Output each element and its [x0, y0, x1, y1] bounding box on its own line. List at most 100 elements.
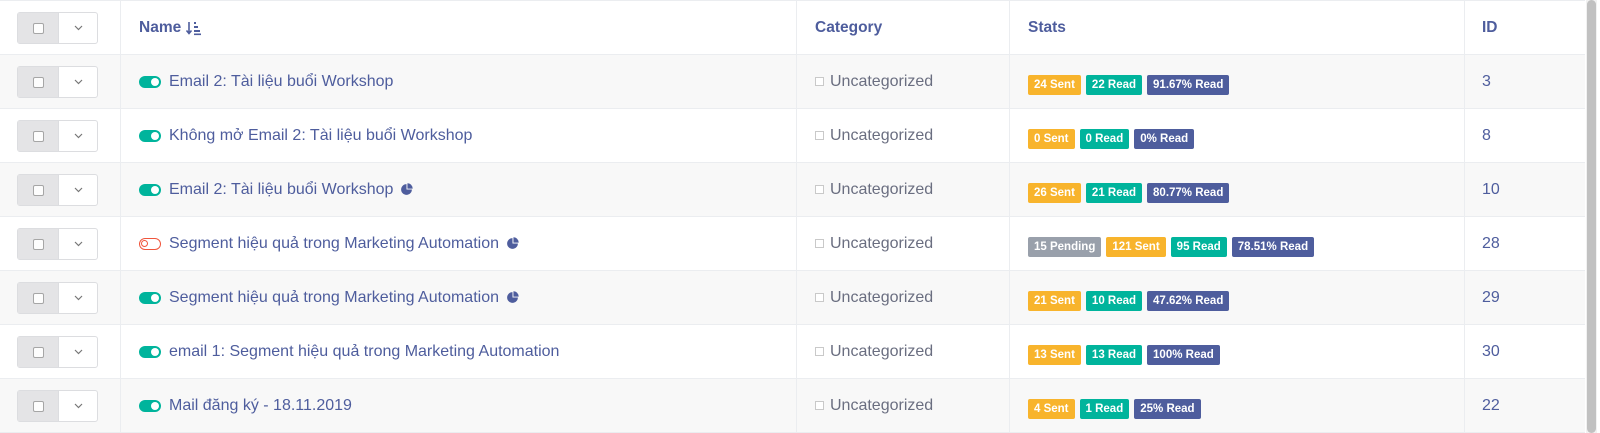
- name-cell: Mail đăng ký - 18.11.2019: [139, 379, 352, 432]
- row-checkbox-wrap[interactable]: [18, 283, 59, 313]
- email-name-link[interactable]: Email 2: Tài liệu buổi Workshop: [169, 73, 393, 91]
- row-actions-dropdown[interactable]: [59, 337, 97, 367]
- stats-badges: 0 Sent 0 Read 0% Read: [1028, 129, 1199, 149]
- column-divider: [120, 379, 121, 432]
- email-name-link[interactable]: Email 2: Tài liệu buổi Workshop: [169, 181, 393, 199]
- publish-toggle[interactable]: [139, 399, 161, 412]
- row-actions-dropdown[interactable]: [59, 121, 97, 151]
- row-checkbox[interactable]: [32, 130, 44, 142]
- id-cell: 22: [1482, 379, 1500, 432]
- email-id: 22: [1482, 396, 1500, 414]
- row-select-control[interactable]: [17, 66, 98, 98]
- select-all-checkbox[interactable]: [32, 22, 44, 34]
- column-divider: [120, 271, 121, 324]
- stat-badge-read-pct[interactable]: 0% Read: [1134, 129, 1195, 149]
- category-label: Uncategorized: [830, 72, 934, 90]
- stat-badge-sent[interactable]: 21 Sent: [1028, 291, 1081, 311]
- stat-badge-read[interactable]: 1 Read: [1079, 399, 1130, 419]
- stat-badge-read[interactable]: 22 Read: [1085, 75, 1143, 95]
- stats-cell: 0 Sent 0 Read 0% Read: [1028, 109, 1199, 162]
- email-name-link[interactable]: Mail đăng ký - 18.11.2019: [169, 397, 352, 415]
- stat-badge-read-pct[interactable]: 80.77% Read: [1147, 183, 1230, 203]
- email-name-link[interactable]: Không mở Email 2: Tài liệu buổi Workshop: [169, 127, 472, 145]
- stat-badge-sent[interactable]: 4 Sent: [1028, 399, 1075, 419]
- stat-badge-pending[interactable]: 15 Pending: [1028, 237, 1102, 257]
- row-actions-dropdown[interactable]: [59, 283, 97, 313]
- publish-toggle[interactable]: [139, 129, 161, 142]
- publish-toggle[interactable]: [139, 291, 161, 304]
- row-actions-dropdown[interactable]: [59, 229, 97, 259]
- stat-badge-read[interactable]: 95 Read: [1170, 237, 1227, 257]
- column-header-stats: Stats: [1028, 1, 1066, 54]
- bulk-actions-dropdown[interactable]: [59, 13, 97, 43]
- row-checkbox[interactable]: [32, 346, 44, 358]
- column-header-name[interactable]: Name: [139, 1, 202, 54]
- row-actions-dropdown[interactable]: [59, 175, 97, 205]
- stat-badge-read-pct[interactable]: 91.67% Read: [1147, 75, 1230, 95]
- name-cell: Segment hiệu quả trong Marketing Automat…: [139, 271, 519, 324]
- stat-badge-read-pct[interactable]: 100% Read: [1147, 345, 1220, 365]
- column-header-id[interactable]: ID: [1482, 1, 1498, 54]
- column-header-id-label: ID: [1482, 18, 1498, 36]
- stats-cell: 15 Pending 121 Sent 95 Read 78.51% Read: [1028, 217, 1319, 270]
- table-header: Name Category Stats ID: [0, 0, 1585, 55]
- row-checkbox-wrap[interactable]: [18, 229, 59, 259]
- row-checkbox[interactable]: [32, 292, 44, 304]
- row-select-control[interactable]: [17, 390, 98, 422]
- table-row: email 1: Segment hiệu quả trong Marketin…: [0, 325, 1585, 379]
- row-checkbox[interactable]: [32, 76, 44, 88]
- row-checkbox[interactable]: [32, 400, 44, 412]
- stat-badge-sent[interactable]: 121 Sent: [1106, 237, 1166, 257]
- stat-badge-read[interactable]: 0 Read: [1079, 129, 1130, 149]
- column-header-category[interactable]: Category: [815, 1, 882, 54]
- category-color-swatch: [815, 185, 824, 194]
- select-all-control[interactable]: [17, 12, 98, 44]
- column-divider: [1009, 109, 1010, 162]
- row-checkbox[interactable]: [32, 238, 44, 250]
- stat-badge-sent[interactable]: 13 Sent: [1028, 345, 1081, 365]
- stat-badge-sent[interactable]: 26 Sent: [1028, 183, 1081, 203]
- column-divider: [1464, 379, 1465, 432]
- row-select-control[interactable]: [17, 120, 98, 152]
- stats-badges: 26 Sent 21 Read 80.77% Read: [1028, 183, 1234, 203]
- email-name-link[interactable]: Segment hiệu quả trong Marketing Automat…: [169, 235, 499, 253]
- publish-toggle[interactable]: [139, 345, 161, 358]
- select-all-checkbox-wrap[interactable]: [18, 13, 59, 43]
- name-cell: Email 2: Tài liệu buổi Workshop: [139, 55, 393, 108]
- column-divider: [1464, 325, 1465, 378]
- row-checkbox-wrap[interactable]: [18, 337, 59, 367]
- stat-badge-read-pct[interactable]: 25% Read: [1134, 399, 1201, 419]
- stat-badge-read[interactable]: 10 Read: [1085, 291, 1143, 311]
- stat-badge-read[interactable]: 13 Read: [1085, 345, 1143, 365]
- category-color-swatch: [815, 77, 824, 86]
- row-actions-dropdown[interactable]: [59, 391, 97, 421]
- row-select-control[interactable]: [17, 282, 98, 314]
- stat-badge-read-pct[interactable]: 47.62% Read: [1147, 291, 1230, 311]
- stats-badges: 13 Sent 13 Read 100% Read: [1028, 345, 1225, 365]
- stat-badge-read[interactable]: 21 Read: [1085, 183, 1143, 203]
- row-checkbox-wrap[interactable]: [18, 67, 59, 97]
- row-select-control[interactable]: [17, 174, 98, 206]
- publish-toggle[interactable]: [139, 183, 161, 196]
- vertical-scrollbar[interactable]: [1586, 0, 1597, 433]
- publish-toggle[interactable]: [139, 75, 161, 88]
- category-color-swatch: [815, 347, 824, 356]
- row-checkbox-wrap[interactable]: [18, 121, 59, 151]
- row-select-control[interactable]: [17, 336, 98, 368]
- row-checkbox-wrap[interactable]: [18, 391, 59, 421]
- email-name-link[interactable]: email 1: Segment hiệu quả trong Marketin…: [169, 343, 559, 361]
- stat-badge-sent[interactable]: 0 Sent: [1028, 129, 1075, 149]
- row-checkbox[interactable]: [32, 184, 44, 196]
- stat-badge-read-pct[interactable]: 78.51% Read: [1231, 237, 1315, 257]
- scrollbar-thumb[interactable]: [1587, 0, 1596, 433]
- email-name-link[interactable]: Segment hiệu quả trong Marketing Automat…: [169, 289, 499, 307]
- publish-toggle[interactable]: [139, 237, 161, 250]
- column-divider: [1009, 163, 1010, 216]
- stat-badge-sent[interactable]: 24 Sent: [1028, 75, 1081, 95]
- id-cell: 8: [1482, 109, 1491, 162]
- email-id: 3: [1482, 72, 1491, 90]
- emails-table: Name Category Stats ID Email 2: Tài liệu…: [0, 0, 1585, 433]
- row-checkbox-wrap[interactable]: [18, 175, 59, 205]
- row-actions-dropdown[interactable]: [59, 67, 97, 97]
- row-select-control[interactable]: [17, 228, 98, 260]
